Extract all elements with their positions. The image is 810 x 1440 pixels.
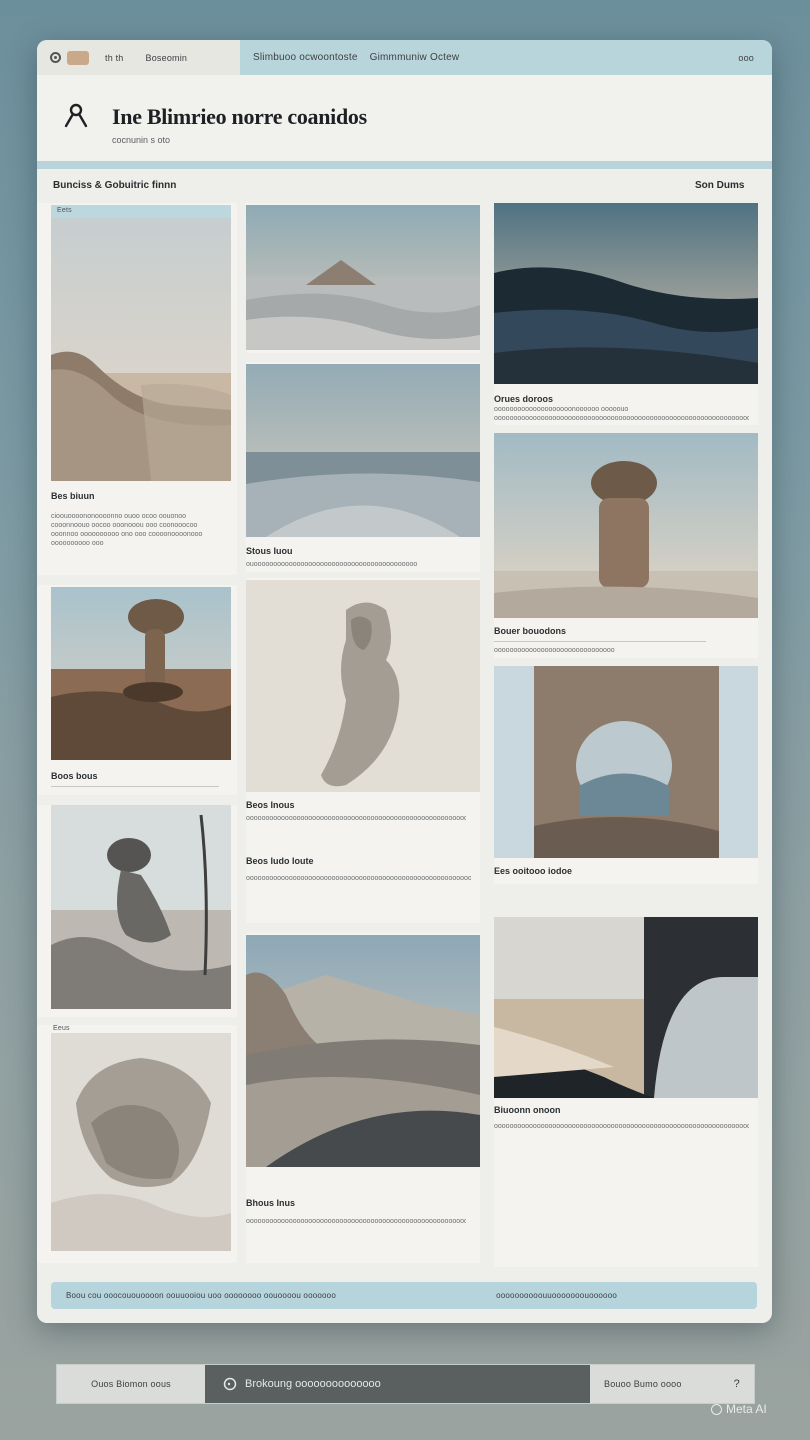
help-icon[interactable]: ? [734, 1378, 740, 1390]
search-icon [223, 1377, 237, 1391]
section-heading-right[interactable]: Son Dums [695, 180, 744, 191]
card-5[interactable]: Stous Iuou ouooooooooooooooooooooooooooo… [246, 362, 480, 572]
meta-ring-icon [711, 1403, 722, 1415]
card-6-caption[interactable]: Beos Inous [246, 800, 295, 810]
card-1-caption[interactable]: Bes biuun [51, 491, 95, 501]
bottom-left[interactable]: Ouos Biomon oous [57, 1365, 205, 1403]
bottom-right-label: Bouoo Bumo oooo [604, 1379, 682, 1389]
cave-image[interactable] [494, 666, 758, 858]
breadcrumb-2[interactable]: Gimmmuniw Octew [370, 52, 460, 63]
sea-shore-image[interactable] [246, 364, 480, 537]
search-text: Brokoung oooooooooooooo [245, 1378, 381, 1390]
tunnel-image[interactable] [494, 917, 758, 1098]
sculpture-image[interactable] [51, 805, 231, 1009]
nav-label[interactable]: Boseomin [146, 53, 188, 63]
mushroom-rock-image[interactable] [51, 587, 231, 760]
card-10[interactable]: Bouer bouodons ooooooooooooooooooooooooo… [494, 433, 758, 658]
nav-short[interactable]: th th [105, 53, 124, 63]
card-5-caption[interactable]: Stous Iuou [246, 546, 293, 556]
topbar-left: th th Boseomin [37, 40, 240, 75]
card-4[interactable]: Boos bous [37, 585, 237, 795]
card-8-caption[interactable]: Bhous Inus [246, 1198, 295, 1208]
card-12-text: oooooooooooooooooooooooooooooooooooooooo… [494, 1123, 749, 1130]
page-subtitle: cocnunin s oto [112, 135, 171, 145]
search-bar[interactable]: Brokoung oooooooooooooo [205, 1365, 590, 1403]
horizon-dune-image[interactable] [246, 205, 480, 350]
totem-image[interactable] [494, 433, 758, 618]
figure-sculpture-image[interactable] [246, 580, 480, 792]
card-9[interactable]: Eeus [37, 1025, 237, 1263]
footer-right[interactable]: oooooooooouuooooooouoooooo [496, 1291, 617, 1300]
card-5-text: ouoooooooooooooooooooooooooooooooooooooo… [246, 561, 418, 568]
card-7[interactable] [37, 805, 237, 1017]
topbar-action[interactable]: ooo [738, 53, 754, 63]
meta-ai-watermark: Meta AI [711, 1402, 767, 1416]
logo-icon [64, 103, 88, 128]
coral-image[interactable] [51, 1033, 231, 1251]
card-10-text: ooooooooooooooooooooooooooooooo [494, 647, 615, 654]
card-6[interactable]: Beos Inous ooooooooooooooooooooooooooooo… [246, 578, 480, 923]
card-12-caption[interactable]: Biuoonn onoon [494, 1105, 560, 1115]
profile-swatch[interactable] [67, 50, 89, 65]
section-heading-left: Bunciss & Gobuitric finnn [53, 180, 177, 191]
watermark-text: Meta AI [726, 1402, 767, 1416]
card-3-text: oooooooooooooooooooonoooooo ooooouo oooo… [494, 406, 749, 422]
card-2[interactable] [246, 203, 480, 353]
card-8[interactable]: Bhous Inus ooooooooooooooooooooooooooooo… [246, 933, 480, 1263]
card-6-subtext: oooooooooooooooooooooooooooooooooooooooo… [246, 875, 471, 882]
menu-icon[interactable] [50, 52, 61, 63]
card-3-caption[interactable]: Orues doroos [494, 394, 553, 404]
top-bar: th th Boseomin Slimbuoo ocwoontoste Gimm… [37, 40, 772, 76]
footer-left[interactable]: Boou cou ooocououoooon oouuooiou uoo ooo… [66, 1291, 336, 1300]
browser-window: th th Boseomin Slimbuoo ocwoontoste Gimm… [37, 40, 772, 1323]
breadcrumb[interactable]: Slimbuoo ocwoontoste [253, 52, 358, 63]
card-6-subcaption[interactable]: Beos Iudo Ioute [246, 856, 314, 866]
page-title: Ine Blimrieo norre coanidos [112, 104, 367, 129]
card-1-tag: Eets [57, 207, 72, 214]
card-3[interactable]: Orues doroos oooooooooooooooooooonoooooo… [494, 203, 758, 425]
card-12[interactable]: Biuoonn onoon oooooooooooooooooooooooooo… [494, 917, 758, 1267]
card-10-caption[interactable]: Bouer bouodons [494, 626, 566, 636]
card-11-caption[interactable]: Ees ooitooo iodoe [494, 866, 572, 876]
dark-dunes-image[interactable] [494, 203, 758, 384]
card-8-text: oooooooooooooooooooooooooooooooooooooooo… [246, 1218, 466, 1225]
card-9-tag: Eeus [53, 1025, 70, 1032]
card-1-text: cioouoooononoooonno ouoo ocoo oouonoo co… [51, 513, 203, 547]
card-6-text: oooooooooooooooooooooooooooooooooooooooo… [246, 815, 466, 822]
bottom-left-label: Ouos Biomon oous [91, 1379, 171, 1389]
card-11[interactable]: Ees ooitooo iodoe [494, 666, 758, 884]
card-4-caption[interactable]: Boos bous [51, 771, 98, 781]
card-1[interactable]: Eets Bes biuun cioouoooononoooonno ouoo … [37, 203, 237, 575]
site-header: Ine Blimrieo norre coanidos cocnunin s o… [37, 75, 772, 169]
bottom-toolbar: Ouos Biomon oous Brokoung oooooooooooooo… [56, 1364, 755, 1404]
mountain-dunes-image[interactable] [246, 935, 480, 1167]
topbar-nav: Slimbuoo ocwoontoste Gimmmuniw Octew ooo [240, 40, 772, 75]
footer-bar: Boou cou ooocououoooon oouuooiou uoo ooo… [51, 1282, 757, 1309]
dune-image[interactable] [51, 205, 231, 481]
bottom-right[interactable]: Bouoo Bumo oooo ? [590, 1365, 754, 1403]
